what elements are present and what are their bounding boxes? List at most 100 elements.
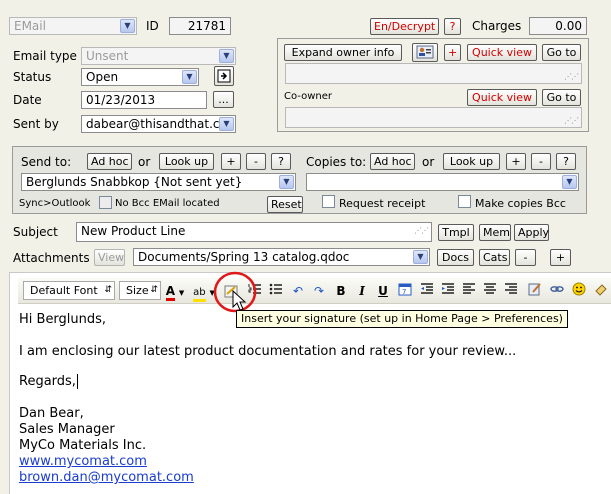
chevron-down-icon: ▼ — [178, 289, 185, 297]
owner-go-to-button[interactable]: Go to — [542, 44, 581, 61]
chevron-down-icon: ▼ — [413, 250, 428, 264]
underline-button[interactable]: U — [375, 282, 391, 300]
owner-add-button[interactable]: + — [444, 44, 461, 61]
indent-button[interactable] — [439, 282, 457, 300]
calendar-icon: 7 — [398, 283, 412, 296]
coowner-quick-view-button[interactable]: Quick view — [467, 89, 537, 106]
edit-html-button[interactable] — [526, 282, 544, 300]
date-picker-button[interactable]: ... — [213, 91, 234, 108]
record-type-value: EMail — [14, 19, 46, 33]
send-to-lookup-button[interactable]: Look up — [159, 153, 214, 170]
chevron-down-icon: ⇵ — [104, 285, 112, 295]
status-select[interactable]: Open ▼ — [81, 68, 199, 86]
spellcheck-icon — [595, 284, 607, 296]
editor-toolbar: Default Font ⇵ Size ⇵ A ▼ ab ▼ ↶ ↷ B I U… — [18, 278, 611, 304]
status-action-button[interactable] — [214, 66, 234, 86]
font-family-select[interactable]: Default Font ⇵ — [23, 281, 115, 300]
attachments-label: Attachments — [13, 251, 90, 265]
send-to-select[interactable]: Berglunds Snabbkop {Not sent yet} ▼ — [21, 173, 296, 191]
font-color-button[interactable]: A ▼ — [164, 282, 186, 301]
message-closing: Regards, — [19, 374, 78, 389]
owner-field[interactable]: ⋰⋰ — [285, 63, 582, 84]
record-type-select[interactable]: EMail ▼ — [9, 17, 137, 35]
bullet-list-icon — [269, 283, 282, 295]
send-to-help-button[interactable]: ? — [271, 153, 291, 170]
expand-owner-button[interactable]: Expand owner info — [284, 44, 402, 61]
align-center-button[interactable] — [481, 282, 499, 300]
undo-icon: ↶ — [292, 284, 304, 298]
signature-company: MyCo Materials Inc. — [19, 438, 147, 453]
copies-add-button[interactable]: + — [506, 153, 526, 170]
docs-button[interactable]: Docs — [437, 249, 474, 266]
chevron-down-icon: ▼ — [219, 117, 234, 131]
apply-button[interactable]: Apply — [514, 224, 549, 241]
font-color-icon: A — [165, 285, 176, 301]
endecrypt-button[interactable]: En/Decrypt — [370, 18, 439, 35]
sent-by-select[interactable]: dabear@thisandthat.cor ▼ — [81, 115, 236, 133]
resize-grip-icon: ⋰⋰ — [414, 226, 429, 235]
charges-field[interactable]: 0.00 — [529, 17, 587, 35]
undo-button[interactable]: ↶ — [289, 282, 307, 300]
cats-button[interactable]: Cats — [479, 249, 510, 266]
italic-button[interactable]: I — [354, 282, 370, 300]
help-button[interactable]: ? — [444, 18, 461, 35]
bold-button[interactable]: B — [333, 282, 349, 300]
chevron-down-icon: ▼ — [219, 49, 234, 63]
coowner-go-to-button[interactable]: Go to — [542, 89, 581, 106]
outdent-icon — [421, 283, 433, 294]
email-type-select[interactable]: Unsent ▼ — [81, 47, 236, 65]
id-value: 21781 — [187, 19, 226, 33]
align-right-button[interactable] — [502, 282, 520, 300]
charges-label: Charges — [472, 19, 522, 33]
spellcheck-button[interactable] — [593, 282, 609, 300]
copies-to-select[interactable]: ▼ — [306, 173, 579, 191]
send-to-label: Send to: — [21, 155, 72, 169]
smiley-icon — [572, 282, 586, 296]
signature-title: Sales Manager — [19, 422, 115, 437]
make-copies-bcc-checkbox[interactable] — [458, 195, 471, 208]
email-type-label: Email type — [13, 49, 77, 63]
add-attachment-button[interactable]: + — [550, 249, 571, 266]
signature-tooltip: Insert your signature (set up in Home Pa… — [236, 310, 568, 328]
chevron-down-icon: ⇵ — [150, 285, 158, 295]
send-to-remove-button[interactable]: - — [246, 153, 266, 170]
signature-website-link[interactable]: www.mycomat.com — [19, 454, 147, 469]
view-attachment-button[interactable]: View — [94, 249, 125, 266]
subject-value: New Product Line — [81, 224, 186, 238]
request-receipt-label: Request receipt — [339, 197, 426, 210]
owner-quick-view-button[interactable]: Quick view — [467, 44, 537, 61]
copies-help-button[interactable]: ? — [556, 153, 576, 170]
send-to-adhoc-button[interactable]: Ad hoc — [87, 153, 132, 170]
signature-email-link[interactable]: brown.dan@mycomat.com — [19, 470, 194, 485]
memory-button[interactable]: Mem — [479, 224, 511, 241]
template-button[interactable]: Tmpl — [438, 224, 474, 241]
send-to-add-button[interactable]: + — [221, 153, 241, 170]
chevron-down-icon: ▼ — [562, 175, 577, 189]
insert-emoticon-button[interactable] — [570, 282, 588, 300]
copies-remove-button[interactable]: - — [531, 153, 551, 170]
reset-button[interactable]: Reset — [267, 196, 303, 213]
indent-icon — [442, 283, 454, 294]
insert-link-button[interactable] — [548, 282, 566, 300]
font-size-select[interactable]: Size ⇵ — [119, 281, 161, 300]
outdent-button[interactable] — [418, 282, 436, 300]
date-field[interactable]: 01/23/2013 — [81, 91, 207, 109]
attachments-select[interactable]: Documents/Spring 13 catalog.qdoc ▼ — [133, 248, 430, 266]
owner-card-button[interactable] — [412, 43, 438, 62]
coowner-field[interactable]: ⋰⋰ — [285, 107, 582, 128]
subject-field[interactable]: New Product Line ⋰⋰ — [76, 222, 432, 242]
text-caret — [76, 374, 78, 389]
remove-attachment-button[interactable]: - — [515, 249, 536, 266]
bullet-list-button[interactable] — [267, 282, 285, 300]
copies-lookup-button[interactable]: Look up — [443, 153, 500, 170]
mouse-cursor-icon — [232, 290, 247, 311]
align-left-button[interactable] — [460, 282, 478, 300]
redo-icon: ↷ — [313, 284, 325, 298]
insert-date-button[interactable]: 7 — [396, 282, 414, 300]
align-center-icon — [484, 283, 496, 294]
copies-adhoc-button[interactable]: Ad hoc — [370, 153, 415, 170]
no-bcc-checkbox[interactable] — [99, 196, 112, 209]
redo-button[interactable]: ↷ — [310, 282, 328, 300]
request-receipt-checkbox[interactable] — [322, 195, 335, 208]
signature-name: Dan Bear, — [19, 406, 84, 421]
